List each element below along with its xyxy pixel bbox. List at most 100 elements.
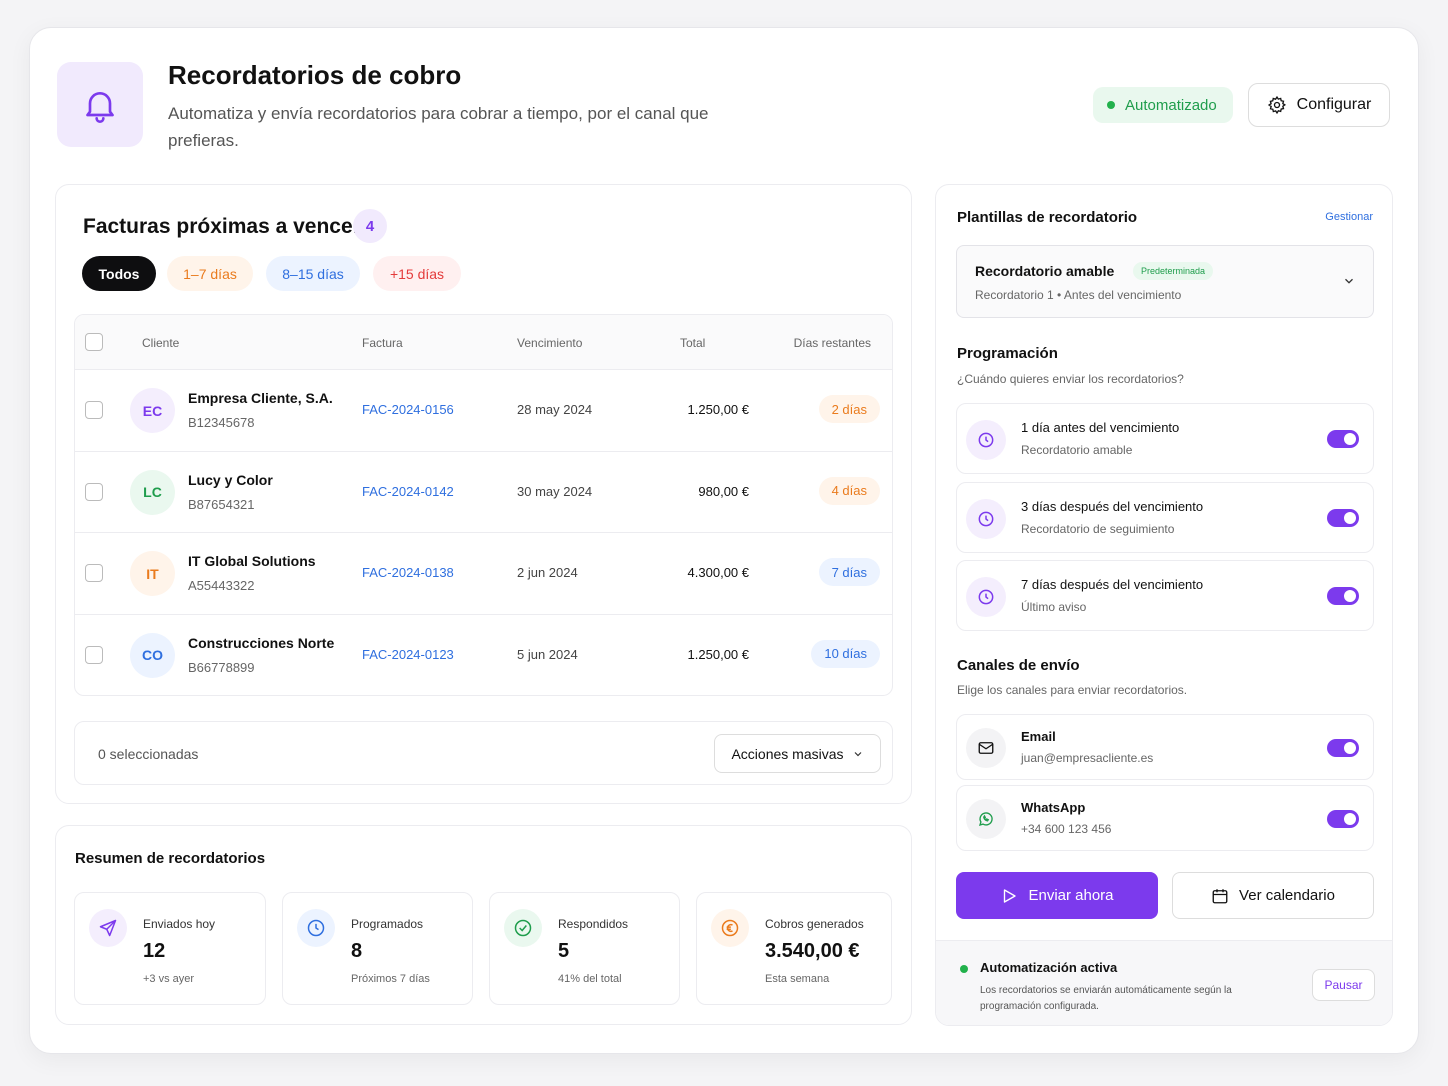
schedule-template: Último aviso xyxy=(1021,600,1087,614)
stat-sub: Esta semana xyxy=(765,973,830,985)
filter-1-7-days[interactable]: 1–7 días xyxy=(167,256,253,291)
avatar: EC xyxy=(130,388,175,433)
page-title: Recordatorios de cobro xyxy=(168,60,462,90)
column-client: Cliente xyxy=(142,336,180,350)
client-name: Empresa Cliente, S.A. xyxy=(188,390,333,406)
template-select[interactable]: Recordatorio amable Predeterminada Recor… xyxy=(956,245,1374,318)
channel-whatsapp: WhatsApp +34 600 123 456 xyxy=(956,785,1374,851)
client-name: Construcciones Norte xyxy=(188,634,335,651)
mail-icon xyxy=(966,728,1006,768)
filter-8-15-days[interactable]: 8–15 días xyxy=(266,256,360,291)
avatar: IT xyxy=(130,551,175,596)
invoice-link[interactable]: FAC-2024-0142 xyxy=(362,484,454,499)
check-circle-icon xyxy=(504,909,542,947)
send-icon xyxy=(89,909,127,947)
due-date: 2 jun 2024 xyxy=(517,565,578,580)
channel-toggle[interactable] xyxy=(1327,810,1359,828)
invoice-link[interactable]: FAC-2024-0123 xyxy=(362,647,454,662)
selected-count: 0 seleccionadas xyxy=(98,746,199,762)
channel-toggle[interactable] xyxy=(1327,739,1359,757)
stat-value: 12 xyxy=(143,940,166,962)
channel-detail: +34 600 123 456 xyxy=(1021,822,1112,836)
channel-name: WhatsApp xyxy=(1021,800,1086,815)
client-tax-id: A55443322 xyxy=(188,578,255,593)
view-calendar-button[interactable]: Ver calendario xyxy=(1172,872,1374,919)
table-row[interactable]: CO Construcciones Norte B66778899 FAC-20… xyxy=(75,615,892,696)
send-now-label: Enviar ahora xyxy=(1028,887,1114,904)
status-badge-label: Automatizado xyxy=(1125,96,1217,114)
manage-templates-link[interactable]: Gestionar xyxy=(1325,211,1373,223)
column-due-date: Vencimiento xyxy=(517,336,583,350)
invoice-total: 1.250,00 € xyxy=(687,402,749,417)
client-tax-id: B87654321 xyxy=(188,496,255,512)
automation-dot xyxy=(960,965,968,973)
automation-title: Automatización activa xyxy=(980,960,1118,975)
invoices-title: Facturas próximas a vencer xyxy=(83,215,361,238)
due-date: 30 may 2024 xyxy=(517,483,593,499)
clock-icon xyxy=(966,577,1006,617)
channel-name: Email xyxy=(1021,729,1056,744)
stat-label: Respondidos xyxy=(558,917,629,931)
configure-button[interactable]: Configurar xyxy=(1248,83,1390,127)
automation-description: Los recordatorios se enviarán automática… xyxy=(980,985,1232,1012)
schedule-template: Recordatorio de seguimiento xyxy=(1021,522,1175,536)
bell-icon xyxy=(57,62,143,147)
client-tax-id: B12345678 xyxy=(188,415,255,430)
invoice-link[interactable]: FAC-2024-0156 xyxy=(362,402,454,417)
client-tax-id: B66778899 xyxy=(188,659,255,675)
schedule-toggle[interactable] xyxy=(1327,509,1359,527)
schedule-toggle[interactable] xyxy=(1327,430,1359,448)
invoices-card: Facturas próximas a vencer 4 Todos 1–7 d… xyxy=(55,184,912,804)
status-badge: Automatizado xyxy=(1093,87,1233,123)
schedule-item: 3 días después del vencimiento Recordato… xyxy=(956,482,1374,553)
invoice-link[interactable]: FAC-2024-0138 xyxy=(362,565,454,580)
send-now-button[interactable]: Enviar ahora xyxy=(956,872,1158,919)
schedule-title: Programación xyxy=(957,345,1058,362)
column-invoice: Factura xyxy=(362,336,403,350)
select-all-checkbox[interactable] xyxy=(85,333,103,351)
invoice-total: 1.250,00 € xyxy=(687,646,749,662)
table-row[interactable]: IT IT Global Solutions A55443322 FAC-202… xyxy=(75,533,892,615)
channels-title: Canales de envío xyxy=(957,657,1080,674)
due-date: 5 jun 2024 xyxy=(517,646,578,662)
settings-card: Plantillas de recordatorio Gestionar Rec… xyxy=(935,184,1393,1026)
row-checkbox[interactable] xyxy=(85,645,103,664)
clock-icon xyxy=(966,420,1006,460)
play-icon xyxy=(1004,888,1017,903)
due-date: 28 may 2024 xyxy=(517,402,593,417)
avatar: LC xyxy=(130,469,175,515)
column-days-remaining: Días restantes xyxy=(793,336,871,350)
days-remaining-badge: 4 días xyxy=(818,476,880,505)
days-remaining-badge: 2 días xyxy=(818,395,880,423)
calendar-icon xyxy=(1212,888,1228,903)
page-subtitle: Automatiza y envía recordatorios para co… xyxy=(168,104,709,150)
schedule-when: 3 días después del vencimiento xyxy=(1021,499,1204,514)
schedule-subtitle: ¿Cuándo quieres enviar los recordatorios… xyxy=(957,372,1184,386)
pause-button[interactable]: Pausar xyxy=(1312,969,1375,1001)
schedule-toggle[interactable] xyxy=(1327,587,1359,605)
stat-scheduled: Programados 8 Próximos 7 días xyxy=(282,892,473,1005)
table-row[interactable]: EC Empresa Cliente, S.A. B12345678 FAC-2… xyxy=(75,370,892,452)
stat-sub: +3 vs ayer xyxy=(143,973,195,985)
view-calendar-label: Ver calendario xyxy=(1239,887,1335,904)
templates-title: Plantillas de recordatorio xyxy=(957,209,1138,226)
schedule-item: 1 día antes del vencimiento Recordatorio… xyxy=(956,403,1374,474)
table-row[interactable]: LC Lucy y Color B87654321 FAC-2024-0142 … xyxy=(75,452,892,533)
stat-sub: 41% del total xyxy=(558,973,622,985)
default-badge: Predeterminada xyxy=(1133,262,1214,280)
channels-subtitle: Elige los canales para enviar recordator… xyxy=(957,683,1188,697)
chevron-down-icon xyxy=(1345,278,1353,284)
stat-sent-today: Enviados hoy 12 +3 vs ayer xyxy=(74,892,266,1005)
clock-icon xyxy=(297,909,335,947)
schedule-when: 7 días después del vencimiento xyxy=(1021,577,1204,592)
filter-all[interactable]: Todos xyxy=(82,256,156,291)
bulk-actions-dropdown[interactable]: Acciones masivas xyxy=(714,734,881,773)
filter-15-plus-days[interactable]: +15 días xyxy=(373,256,461,291)
row-checkbox[interactable] xyxy=(85,482,103,501)
template-name: Recordatorio amable xyxy=(975,263,1115,279)
days-remaining-badge: 7 días xyxy=(818,558,880,586)
row-checkbox[interactable] xyxy=(85,564,103,582)
stat-value: 8 xyxy=(351,940,363,962)
column-total: Total xyxy=(680,336,706,350)
row-checkbox[interactable] xyxy=(85,401,103,419)
